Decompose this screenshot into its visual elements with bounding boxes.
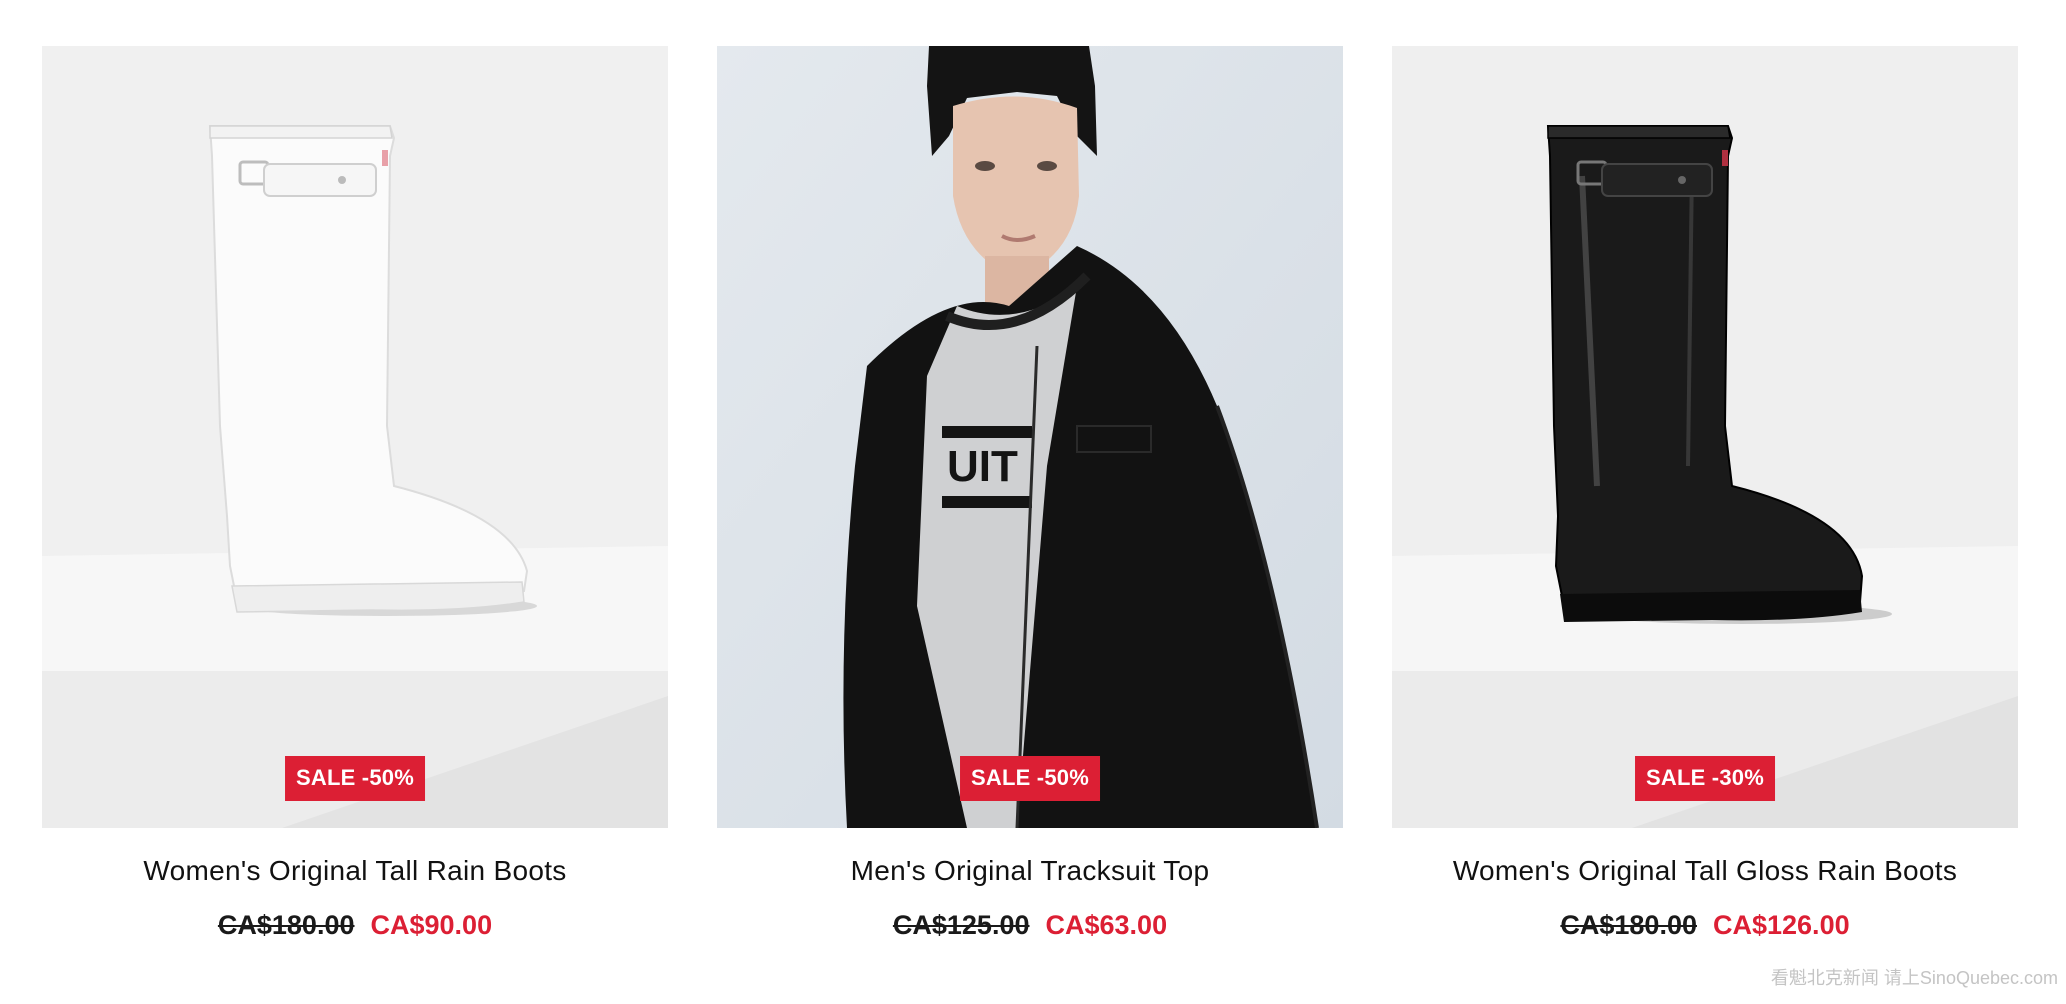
white-rain-boot-image: [42, 46, 668, 828]
product-card[interactable]: SALE -30% Women's Original Tall Gloss Ra…: [1392, 46, 2018, 942]
product-name[interactable]: Men's Original Tracksuit Top: [851, 854, 1210, 888]
product-prices: CA$180.00 CA$126.00: [1560, 908, 1849, 942]
product-prices: CA$125.00 CA$63.00: [893, 908, 1167, 942]
product-card[interactable]: UIT SALE -50% Men's Original Tracksuit T…: [717, 46, 1343, 942]
product-image[interactable]: UIT SALE -50%: [717, 46, 1343, 828]
product-prices: CA$180.00 CA$90.00: [218, 908, 492, 942]
sale-price: CA$63.00: [1045, 910, 1168, 940]
original-price: CA$180.00: [1560, 910, 1697, 940]
original-price: CA$125.00: [892, 910, 1030, 940]
product-grid: SALE -50% Women's Original Tall Rain Boo…: [42, 46, 2018, 942]
sale-badge: SALE -50%: [285, 756, 425, 801]
product-name[interactable]: Women's Original Tall Gloss Rain Boots: [1453, 854, 1957, 888]
svg-text:UIT: UIT: [947, 442, 1018, 491]
black-gloss-rain-boot-image: [1392, 46, 2018, 828]
original-price: CA$180.00: [217, 910, 355, 940]
sale-badge: SALE -50%: [960, 756, 1100, 801]
model-black-tracksuit-top-image: UIT: [717, 46, 1343, 828]
product-image[interactable]: SALE -50%: [42, 46, 668, 828]
product-card[interactable]: SALE -50% Women's Original Tall Rain Boo…: [42, 46, 668, 942]
sale-price: CA$90.00: [370, 910, 493, 940]
sale-badge: SALE -30%: [1635, 756, 1775, 801]
product-name[interactable]: Women's Original Tall Rain Boots: [143, 854, 566, 888]
product-image[interactable]: SALE -30%: [1392, 46, 2018, 828]
watermark-text: 看魁北克新闻 请上SinoQuebec.com: [1770, 968, 2058, 988]
sale-price: CA$126.00: [1713, 910, 1850, 940]
